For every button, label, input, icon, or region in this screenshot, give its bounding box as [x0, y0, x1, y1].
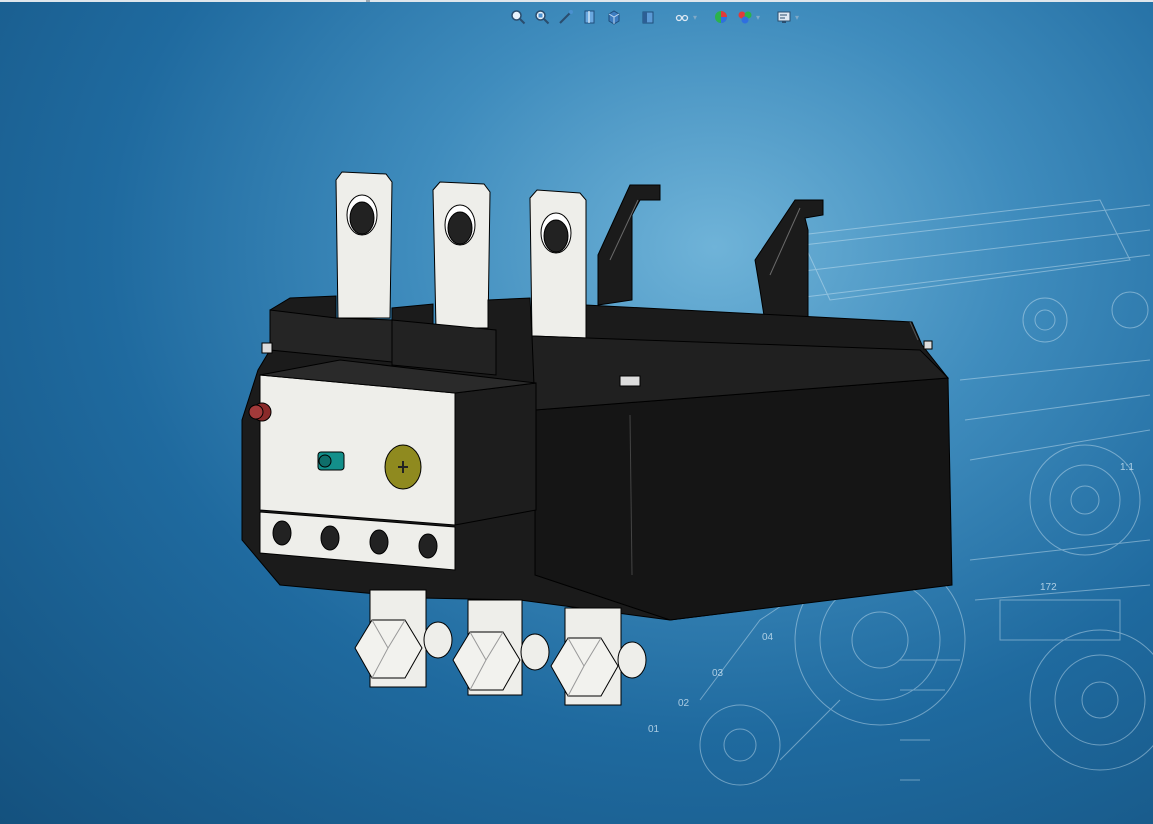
- zoom-to-area-icon: [534, 9, 550, 25]
- zoom-to-fit-icon: [510, 9, 526, 25]
- hide-show-dropdown-icon[interactable]: ▾: [693, 13, 697, 22]
- trip-indicator: [317, 451, 345, 471]
- svg-text:01: 01: [648, 724, 660, 735]
- display-style-icon: [640, 9, 656, 25]
- view-orientation-button[interactable]: [604, 7, 624, 27]
- svg-text:02: 02: [678, 698, 690, 709]
- top-terminal-lugs: [335, 171, 587, 339]
- heads-up-view-toolbar: ▾ ▾ ▾: [508, 6, 799, 28]
- apply-scene-icon: [737, 9, 753, 25]
- hide-show-items-icon: [674, 9, 690, 25]
- apply-scene-button[interactable]: [735, 7, 755, 27]
- body-rivet: [619, 375, 641, 387]
- zoom-to-area-button[interactable]: [532, 7, 552, 27]
- display-style-button[interactable]: [638, 7, 658, 27]
- previous-view-icon: [558, 9, 574, 25]
- top-hook-right: [754, 199, 824, 323]
- edit-appearance-button[interactable]: [711, 7, 731, 27]
- zoom-to-fit-button[interactable]: [508, 7, 528, 27]
- hide-show-items-button[interactable]: [672, 7, 692, 27]
- model-scene[interactable]: 04 03 02 01 1:1 172: [0, 0, 1153, 824]
- front-label-panel: [259, 374, 456, 526]
- view-orientation-icon: [606, 9, 622, 25]
- current-adjust-dial[interactable]: [384, 444, 422, 490]
- thermal-overload-relay-model[interactable]: [241, 171, 953, 706]
- svg-text:172: 172: [1040, 582, 1057, 593]
- view-settings-dropdown-icon[interactable]: ▾: [795, 13, 799, 22]
- section-view-button[interactable]: [580, 7, 600, 27]
- svg-text:03: 03: [712, 668, 724, 679]
- graphics-viewport[interactable]: 04 03 02 01 1:1 172 ▾ ▾ ▾: [0, 0, 1153, 824]
- view-settings-icon: [776, 9, 792, 25]
- previous-view-button[interactable]: [556, 7, 576, 27]
- top-hook-left: [597, 184, 661, 306]
- apply-scene-dropdown-icon[interactable]: ▾: [756, 13, 760, 22]
- view-settings-button[interactable]: [774, 7, 794, 27]
- section-view-icon: [582, 9, 598, 25]
- svg-text:04: 04: [762, 632, 774, 643]
- edit-appearance-icon: [713, 9, 729, 25]
- svg-text:1:1: 1:1: [1120, 462, 1134, 473]
